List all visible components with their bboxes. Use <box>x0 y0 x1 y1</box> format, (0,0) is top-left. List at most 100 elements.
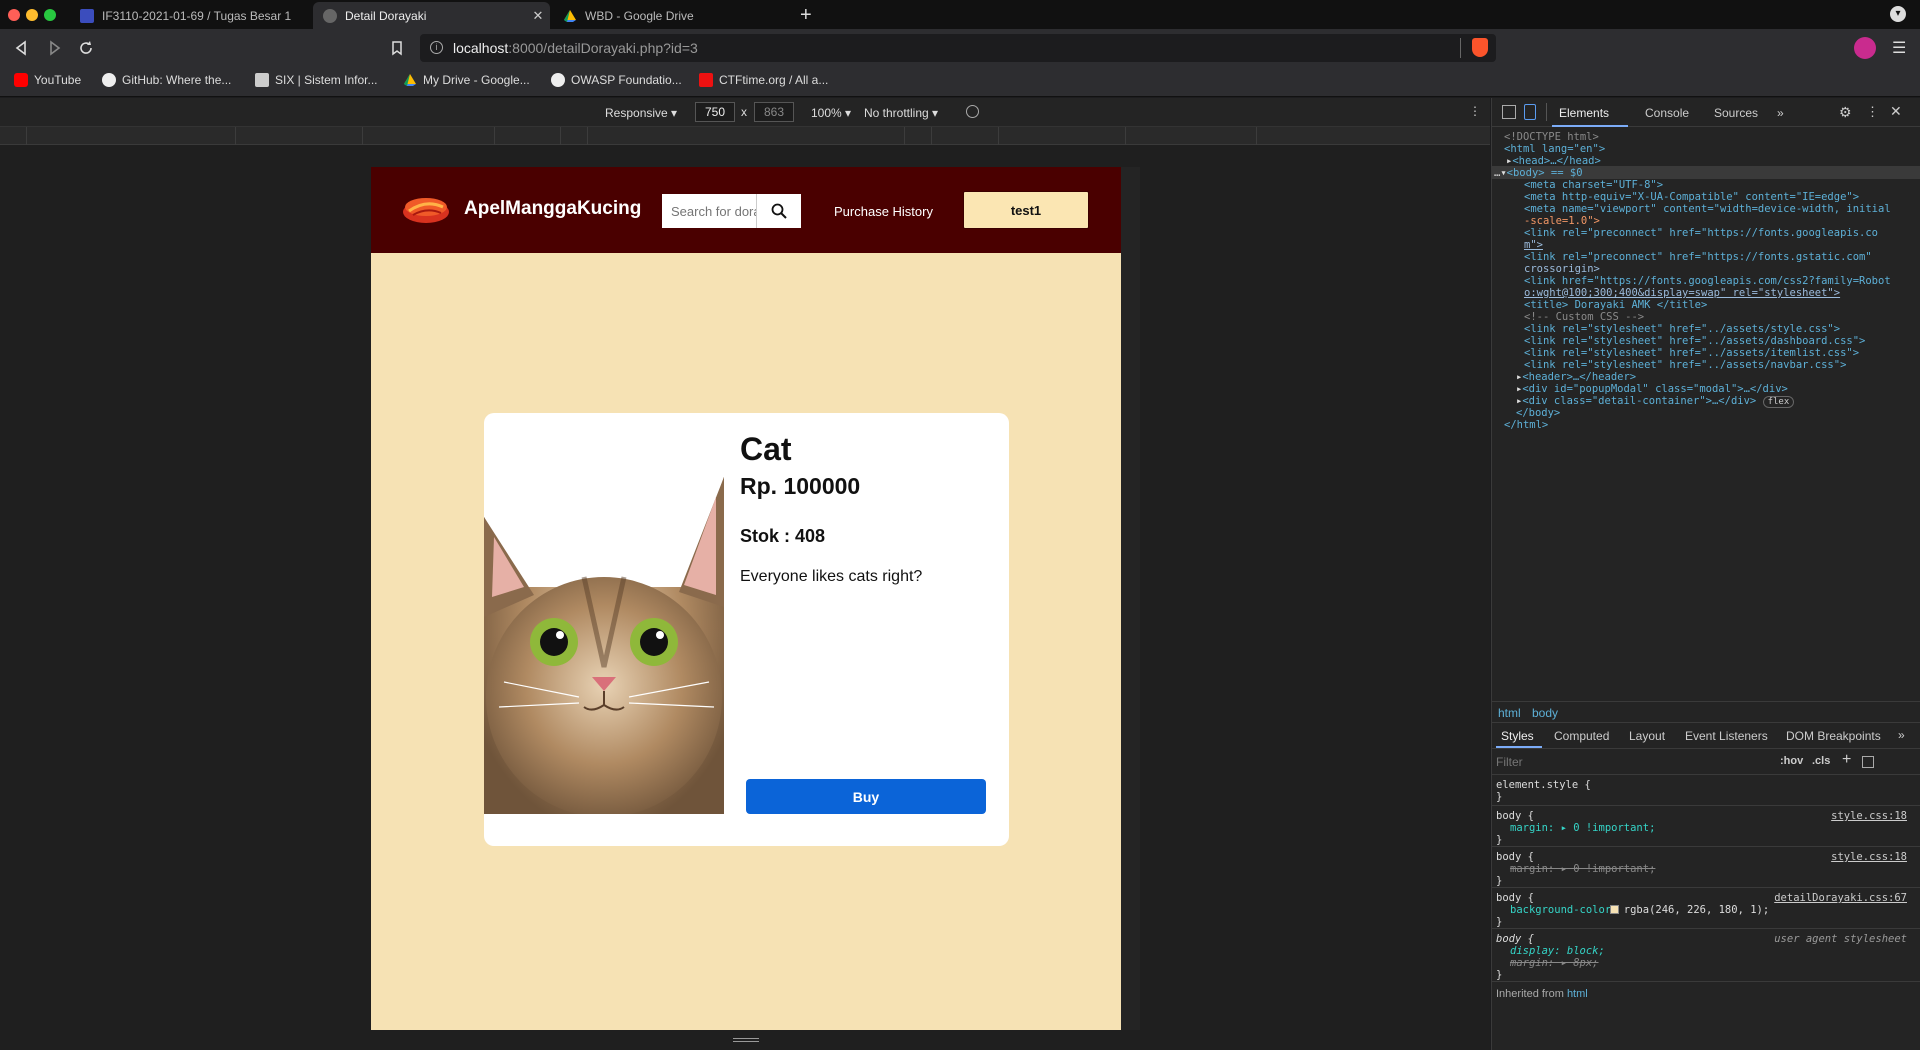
rule-source-link[interactable]: style.css:18 <box>1831 810 1907 822</box>
tab-console[interactable]: Console <box>1645 106 1689 120</box>
rule-selector[interactable]: body { <box>1496 851 1534 863</box>
brave-shields-icon[interactable] <box>1472 38 1488 57</box>
site-info-icon[interactable]: i <box>430 41 443 54</box>
crumb-body[interactable]: body <box>1532 706 1558 720</box>
dorayaki-logo-icon[interactable] <box>401 193 451 227</box>
tab-computed[interactable]: Computed <box>1554 729 1609 743</box>
rule-source-link[interactable]: style.css:18 <box>1831 851 1907 863</box>
more-options-icon[interactable]: ⋮ <box>1469 104 1481 118</box>
dom-link-style[interactable]: <link rel="stylesheet" href="../assets/s… <box>1524 323 1840 335</box>
menu-icon[interactable]: ☰ <box>1892 38 1906 58</box>
throttle-dropdown[interactable]: No throttling ▾ <box>864 106 938 120</box>
new-rule-icon[interactable]: + <box>1842 751 1851 769</box>
site-brand[interactable]: ApelManggaKucing <box>464 198 641 220</box>
width-input[interactable]: 750 <box>695 102 735 122</box>
rule-selector[interactable]: body { <box>1496 892 1534 904</box>
dom-link-preconnect-2-cont: crossorigin> <box>1524 263 1600 275</box>
bookmark-icon[interactable] <box>390 40 404 56</box>
tab-layout[interactable]: Layout <box>1629 729 1665 743</box>
bookmark-six[interactable]: SIX | Sistem Infor... <box>255 73 378 87</box>
more-styles-tabs-icon[interactable]: » <box>1898 728 1905 742</box>
dom-link-preconnect-2[interactable]: <link rel="preconnect" href="https://fon… <box>1524 251 1872 263</box>
more-tabs-icon[interactable]: » <box>1777 106 1784 120</box>
bookmark-my-drive[interactable]: My Drive - Google... <box>403 73 530 87</box>
inspect-element-icon[interactable] <box>1502 105 1516 119</box>
color-swatch[interactable] <box>1610 905 1619 914</box>
rule-selector[interactable]: body { <box>1496 933 1534 945</box>
profile-avatar[interactable] <box>1854 37 1876 59</box>
dom-comment[interactable]: <!-- Custom CSS --> <box>1524 311 1644 323</box>
dimensions-dropdown[interactable]: Responsive ▾ <box>605 106 677 120</box>
flex-badge[interactable]: flex <box>1762 396 1795 408</box>
url-path: :8000/detailDorayaki.php?id=3 <box>508 40 698 56</box>
media-query-bar[interactable] <box>0 127 1490 145</box>
bookmark-ctftime[interactable]: CTFtime.org / All a... <box>699 73 828 87</box>
close-window-button[interactable] <box>8 9 20 21</box>
rule-declaration-overridden[interactable]: margin: ▸ 8px; <box>1510 957 1599 969</box>
inherited-tag-link[interactable]: html <box>1567 988 1588 1000</box>
dom-meta-charset[interactable]: <meta charset="UTF-8"> <box>1524 179 1663 191</box>
tab-google-drive[interactable]: WBD - Google Drive <box>553 2 793 29</box>
dom-link-itemlist[interactable]: <link rel="stylesheet" href="../assets/i… <box>1524 347 1859 359</box>
buy-button[interactable]: Buy <box>746 779 986 814</box>
back-icon[interactable] <box>14 40 30 56</box>
crumb-html[interactable]: html <box>1498 706 1521 720</box>
zoom-dropdown[interactable]: 100% ▾ <box>811 106 851 120</box>
dom-popup-modal[interactable]: ▸<div id="popupModal" class="modal">…</d… <box>1516 383 1788 395</box>
dom-body-close[interactable]: </body> <box>1516 407 1560 419</box>
dom-header[interactable]: ▸<header>…</header> <box>1516 371 1636 383</box>
resize-handle-bottom[interactable] <box>733 1038 759 1042</box>
tab-event-listeners[interactable]: Event Listeners <box>1685 729 1768 743</box>
close-devtools-icon[interactable]: ✕ <box>1890 103 1902 120</box>
dom-doctype[interactable]: <!DOCTYPE html> <box>1504 131 1599 143</box>
bookmark-youtube[interactable]: YouTube <box>14 73 81 87</box>
hov-toggle[interactable]: :hov <box>1780 755 1803 767</box>
search-input[interactable] <box>662 194 756 228</box>
device-toggle-icon[interactable] <box>1524 104 1536 120</box>
page-scrollbar[interactable] <box>1121 167 1140 1030</box>
new-tab-button[interactable]: + <box>800 4 812 27</box>
dom-html-open[interactable]: <html lang="en"> <box>1504 143 1605 155</box>
dom-link-preconnect-1[interactable]: <link rel="preconnect" href="https://fon… <box>1524 227 1878 239</box>
rule-source-link[interactable]: detailDorayaki.css:67 <box>1774 892 1907 904</box>
tab-sources[interactable]: Sources <box>1714 106 1758 120</box>
bookmark-github[interactable]: GitHub: Where the... <box>102 73 231 87</box>
bookmark-owasp[interactable]: OWASP Foundatio... <box>551 73 682 87</box>
dom-body-open[interactable]: …▾<body> == $0 <box>1494 167 1583 179</box>
dom-meta-compat[interactable]: <meta http-equiv="X-UA-Compatible" conte… <box>1524 191 1859 203</box>
close-tab-icon[interactable]: ✕ <box>530 8 546 24</box>
devtools-menu-icon[interactable]: ⋮ <box>1866 104 1879 120</box>
minimize-window-button[interactable] <box>26 9 38 21</box>
tab-search-icon[interactable]: ▾ <box>1890 6 1906 22</box>
dom-html-close[interactable]: </html> <box>1504 419 1548 431</box>
user-button[interactable]: test1 <box>963 191 1089 229</box>
tab-styles[interactable]: Styles <box>1501 729 1534 743</box>
address-bar[interactable]: i localhost:8000/detailDorayaki.php?id=3 <box>420 34 1496 62</box>
search-button[interactable] <box>756 194 801 228</box>
tab-elements[interactable]: Elements <box>1559 106 1609 120</box>
tab-dom-breakpoints[interactable]: DOM Breakpoints <box>1786 729 1881 743</box>
dom-meta-viewport[interactable]: <meta name="viewport" content="width=dev… <box>1524 203 1891 215</box>
height-input[interactable]: 863 <box>754 102 794 122</box>
dom-link-font[interactable]: <link href="https://fonts.googleapis.com… <box>1524 275 1891 287</box>
rule-close: } <box>1496 834 1503 846</box>
rotate-icon[interactable] <box>966 105 979 118</box>
cls-toggle[interactable]: .cls <box>1812 755 1830 767</box>
rule-selector[interactable]: body { <box>1496 810 1534 822</box>
rule-declaration[interactable]: margin: ▸ 0 !important; <box>1510 822 1655 834</box>
rule-declaration-overridden[interactable]: margin: ▸ 0 !important; <box>1510 863 1655 875</box>
dom-title[interactable]: <title> Dorayaki AMK </title> <box>1524 299 1707 311</box>
dom-link-dashboard[interactable]: <link rel="stylesheet" href="../assets/d… <box>1524 335 1865 347</box>
settings-gear-icon[interactable]: ⚙ <box>1839 104 1852 121</box>
tab-detail-dorayaki[interactable]: Detail Dorayaki ✕ <box>313 2 550 29</box>
reload-icon[interactable] <box>78 40 94 56</box>
rule-selector[interactable]: element.style { <box>1496 779 1591 791</box>
dom-link-navbar[interactable]: <link rel="stylesheet" href="../assets/n… <box>1524 359 1846 371</box>
styles-filter-input[interactable] <box>1496 752 1766 772</box>
maximize-window-button[interactable] <box>44 9 56 21</box>
rule-declaration[interactable]: display: block; <box>1510 945 1605 957</box>
forward-icon[interactable] <box>46 40 62 56</box>
tab-gitlab[interactable]: IF3110-2021-01-69 / Tugas Besar 1 <box>70 2 313 29</box>
toggle-sidebar-icon[interactable] <box>1862 756 1874 768</box>
purchase-history-link[interactable]: Purchase History <box>834 204 933 219</box>
